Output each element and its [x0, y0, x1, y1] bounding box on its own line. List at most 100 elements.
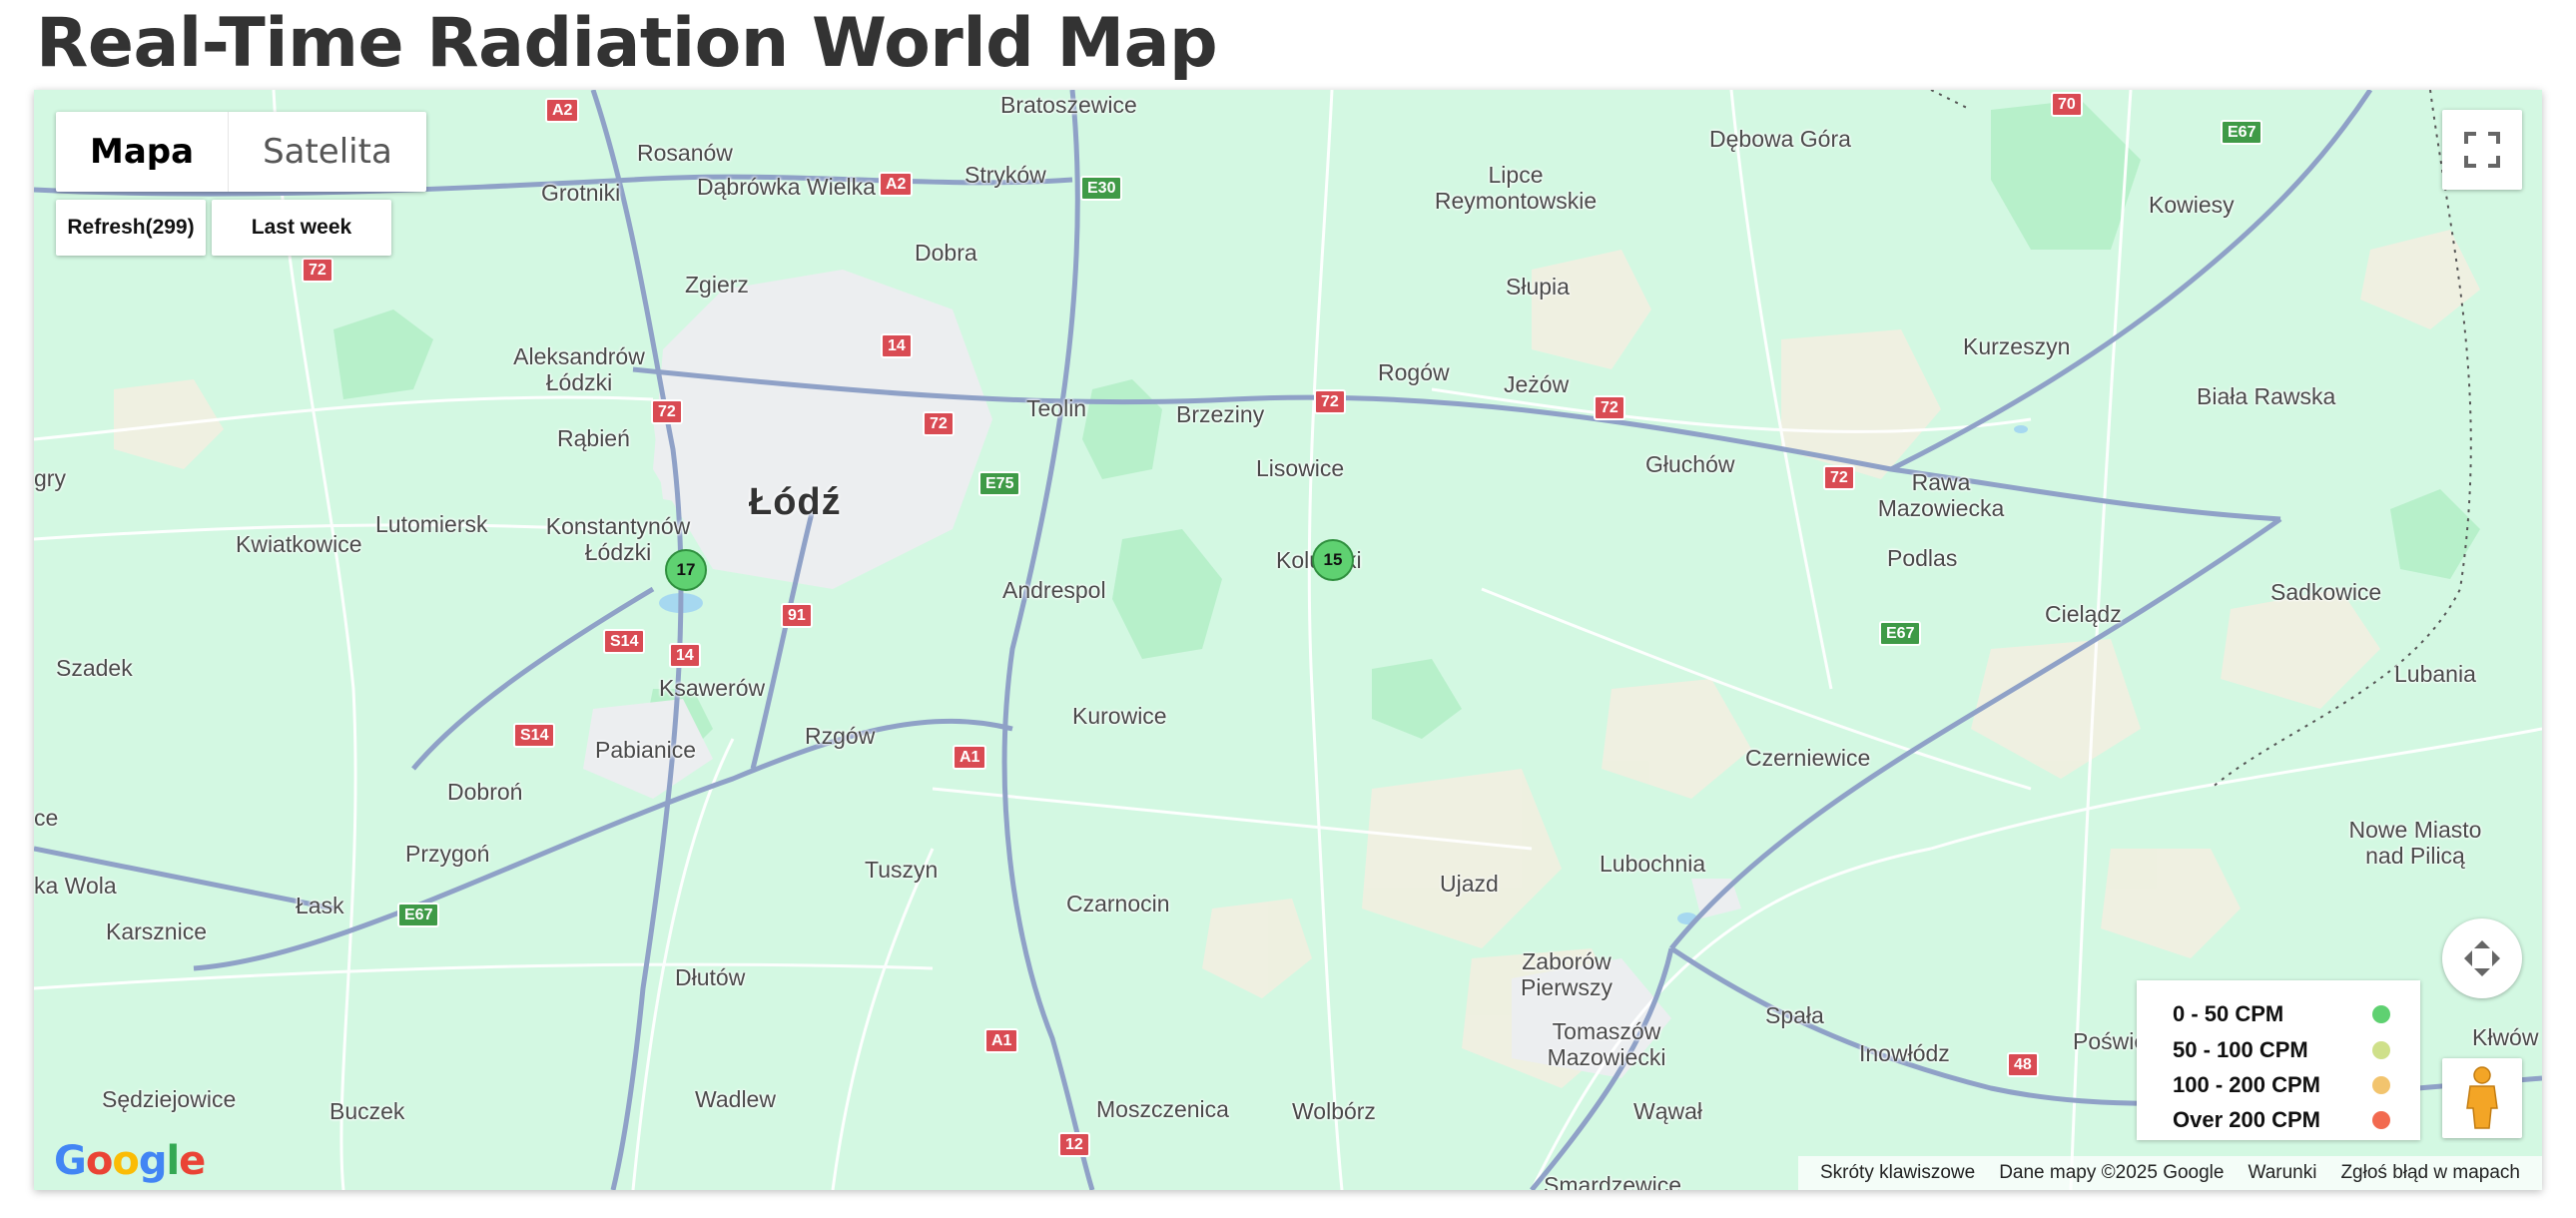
place-label: Andrespol: [1002, 577, 1106, 603]
place-label: Przygoń: [405, 841, 490, 867]
keyboard-shortcuts-link[interactable]: Skróty klawiszowe: [1820, 1162, 1975, 1184]
place-label: Łask: [296, 893, 344, 918]
place-label: Karsznice: [106, 918, 207, 944]
legend-item: 0 - 50 CPM: [2173, 996, 2390, 1032]
place-label: Jeżów: [1504, 371, 1570, 397]
place-label: Lisowice: [1256, 455, 1345, 481]
place-label: Czerniewice: [1745, 745, 1871, 771]
legend-color-dot: [2372, 1041, 2390, 1059]
place-label: Sędziejowice: [102, 1086, 237, 1112]
google-logo[interactable]: Google: [54, 1138, 206, 1184]
map-footer: Skróty klawiszowe Dane mapy ©2025 Google…: [1797, 1156, 2542, 1190]
place-label: Aleksandrów Łódzki: [513, 343, 645, 395]
place-label: Teolin: [1026, 395, 1087, 421]
road-shield: E30: [1080, 176, 1123, 201]
road-shield: 12: [1058, 1132, 1090, 1157]
radiation-marker[interactable]: 17: [665, 549, 707, 591]
place-label: Rąbień: [557, 425, 630, 451]
place-label: Stryków: [965, 162, 1046, 188]
legend-color-dot: [2372, 1111, 2390, 1129]
road-shield: 72: [302, 258, 333, 283]
place-label: Inowłódz: [1859, 1040, 1950, 1066]
place-label: Szadek: [56, 655, 133, 681]
place-label: Buczek: [329, 1098, 405, 1124]
place-label: Dąbrówka Wielka: [697, 174, 876, 200]
place-label: Moszczenica: [1096, 1096, 1229, 1122]
place-label: Cielądz: [2045, 601, 2122, 627]
place-label: Lubania: [2394, 661, 2476, 687]
road-shield: 72: [1823, 465, 1855, 490]
place-label: ka Wola: [34, 873, 117, 899]
road-shield: S14: [603, 629, 646, 654]
place-label: Głuchów: [1645, 451, 1735, 477]
place-label: Ujazd: [1440, 871, 1499, 897]
road-shield: E67: [1879, 621, 1922, 646]
place-label: Łódź: [749, 481, 842, 523]
report-error-link[interactable]: Zgłoś błąd w mapach: [2340, 1162, 2520, 1184]
road-shield: A1: [984, 1028, 1019, 1053]
place-label: Kłwów: [2472, 1024, 2539, 1050]
place-label: Kurowice: [1072, 703, 1167, 729]
legend-color-dot: [2372, 1076, 2390, 1094]
place-label: Lubochnia: [1600, 851, 1706, 877]
cpm-legend: 0 - 50 CPM 50 - 100 CPM 100 - 200 CPM Ov…: [2137, 980, 2420, 1140]
place-label: Dębowa Góra: [1709, 126, 1851, 152]
camera-control-button[interactable]: [2442, 918, 2522, 998]
place-label: Zaborów Pierwszy: [1520, 948, 1612, 1000]
place-label: Dobra: [915, 240, 977, 266]
place-label: Wąwał: [1633, 1098, 1703, 1124]
legend-item: Over 200 CPM: [2173, 1102, 2390, 1138]
place-label: Spała: [1765, 1002, 1824, 1028]
place-label: Wolbórz: [1292, 1098, 1376, 1124]
road-shield: 70: [2051, 92, 2083, 117]
place-label: Lutomiersk: [375, 511, 488, 537]
place-label: Grotniki: [541, 180, 621, 206]
map-type-satellite-button[interactable]: Satelita: [229, 112, 426, 192]
legend-item: 100 - 200 CPM: [2173, 1067, 2390, 1103]
street-view-button[interactable]: [2442, 1058, 2522, 1138]
place-label: Rogów: [1378, 359, 1450, 385]
place-label: Rawa Mazowiecka: [1877, 469, 2005, 521]
place-label: Rosanów: [637, 140, 733, 166]
place-label: Ksawerów: [659, 675, 766, 701]
radiation-map[interactable]: Łódź Bratoszewice Rosanów Dąbrówka Wielk…: [34, 90, 2542, 1190]
place-label: Tomaszów Mazowiecki: [1547, 1018, 1666, 1070]
place-label: Smardzewice: [1544, 1172, 1682, 1190]
place-label: Kowiesy: [2149, 192, 2235, 218]
place-label: Biała Rawska: [2197, 383, 2336, 409]
place-label: Kurzeszyn: [1963, 333, 2071, 359]
fullscreen-button[interactable]: [2442, 110, 2522, 190]
time-period-button[interactable]: Last week: [212, 200, 391, 256]
terms-link[interactable]: Warunki: [2248, 1162, 2316, 1184]
place-label: Tuszyn: [865, 857, 939, 883]
radiation-marker[interactable]: 15: [1312, 539, 1354, 581]
map-type-map-button[interactable]: Mapa: [56, 112, 230, 192]
place-label: Słupia: [1506, 274, 1570, 300]
place-label: ce: [34, 805, 59, 831]
refresh-button[interactable]: Refresh(299): [56, 200, 206, 256]
place-label: gry: [34, 465, 66, 491]
road-shield: 91: [781, 603, 813, 628]
road-shield: 72: [651, 399, 683, 424]
road-shield: 72: [1594, 395, 1625, 420]
road-shield: 72: [923, 411, 955, 436]
road-shield: E67: [2221, 120, 2263, 145]
road-shield: 48: [2007, 1052, 2039, 1077]
place-label: Pabianice: [595, 737, 697, 763]
road-shield: E75: [978, 471, 1021, 496]
move-arrows-icon: [2464, 940, 2500, 976]
road-shield: E67: [397, 903, 440, 927]
place-label: Nowe Miasto nad Pilicą: [2348, 817, 2482, 869]
road-shield: 72: [1314, 389, 1346, 414]
legend-item: 50 - 100 CPM: [2173, 1032, 2390, 1068]
place-label: Zgierz: [685, 272, 749, 298]
place-label: Rzgów: [805, 723, 876, 749]
place-label: Dobroń: [447, 779, 523, 805]
road-shield: A1: [953, 745, 987, 770]
place-label: Lipce Reymontowskie: [1434, 162, 1598, 214]
road-shield: S14: [513, 723, 556, 748]
street-view-pegman-icon: [2466, 1066, 2498, 1129]
place-label: Kwiatkowice: [236, 531, 362, 557]
road-shield: 14: [669, 643, 701, 668]
place-label: Wadlew: [695, 1086, 776, 1112]
